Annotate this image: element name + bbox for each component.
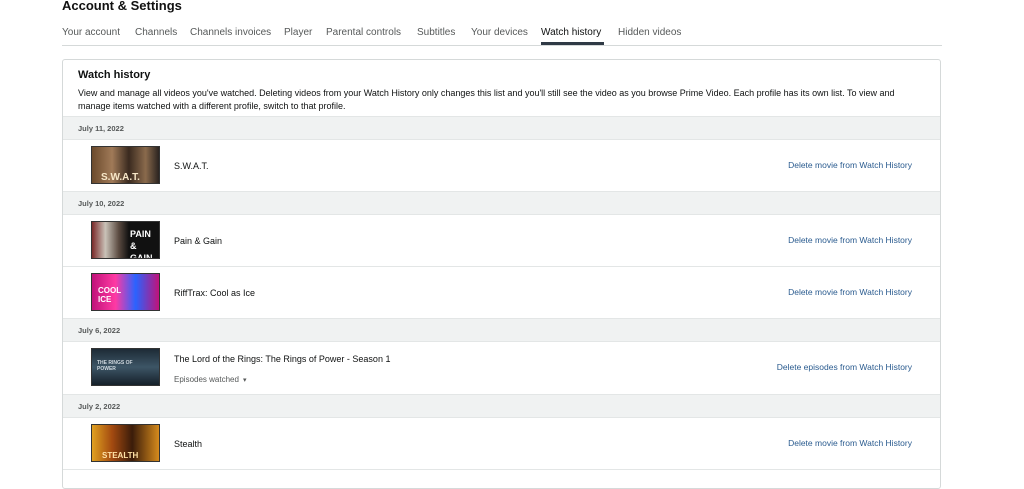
active-tab-indicator	[541, 42, 604, 45]
tab-hidden-videos[interactable]: Hidden videos	[618, 27, 681, 38]
episodes-watched-label: Episodes watched	[174, 375, 239, 384]
item-title: Pain & Gain	[174, 236, 223, 246]
watch-history-description: View and manage all videos you've watche…	[78, 88, 895, 111]
tab-your-devices[interactable]: Your devices	[471, 27, 528, 38]
date-header: July 11, 2022	[63, 117, 940, 140]
thumbnail-title-art: STEALTH	[102, 451, 139, 460]
date-header: July 2, 2022	[63, 395, 940, 418]
date-header: July 10, 2022	[63, 192, 940, 215]
history-item-rings-of-power: THE RINGS OF POWER The Lord of the Rings…	[63, 342, 940, 395]
thumbnail-title-art: COOL ICE	[98, 286, 121, 304]
rings-of-power-thumbnail[interactable]: THE RINGS OF POWER	[91, 348, 160, 386]
item-title: S.W.A.T.	[174, 161, 209, 171]
tab-parental-controls[interactable]: Parental controls	[326, 27, 401, 38]
watch-history-card: Watch history View and manage all videos…	[62, 59, 941, 489]
stealth-thumbnail[interactable]: STEALTH	[91, 424, 160, 462]
settings-tab-bar: Your account Channels Channels invoices …	[62, 24, 942, 46]
tab-channels[interactable]: Channels	[135, 27, 177, 38]
history-item-rifftrax-cool-as-ice: COOL ICE RiffTrax: Cool as Ice Delete mo…	[63, 267, 940, 319]
delete-episodes-link[interactable]: Delete episodes from Watch History	[777, 362, 912, 372]
tab-subtitles[interactable]: Subtitles	[417, 27, 455, 38]
tab-player[interactable]: Player	[284, 27, 312, 38]
thumbnail-title-art: THE RINGS OF POWER	[97, 360, 133, 372]
pain-and-gain-thumbnail[interactable]: PAIN & GAIN	[91, 221, 160, 259]
delete-from-history-link[interactable]: Delete movie from Watch History	[788, 160, 912, 170]
history-item-pain-and-gain: PAIN & GAIN Pain & Gain Delete movie fro…	[63, 215, 940, 267]
page-title: Account & Settings	[62, 0, 182, 13]
tab-your-account[interactable]: Your account	[62, 27, 120, 38]
watch-history-title: Watch history	[78, 69, 151, 81]
tab-channels-invoices[interactable]: Channels invoices	[190, 27, 271, 38]
tab-watch-history[interactable]: Watch history	[541, 27, 601, 38]
episodes-watched-dropdown[interactable]: Episodes watched ▾	[174, 375, 246, 384]
item-title: Stealth	[174, 439, 203, 449]
date-header: July 6, 2022	[63, 319, 940, 342]
delete-from-history-link[interactable]: Delete movie from Watch History	[788, 438, 912, 448]
thumbnail-title-art: S.W.A.T.	[101, 172, 140, 183]
history-item-swat: S.W.A.T. S.W.A.T. Delete movie from Watc…	[63, 140, 940, 192]
caret-down-icon: ▾	[242, 377, 247, 384]
thumbnail-title-art: PAIN & GAIN	[130, 229, 153, 259]
item-title: The Lord of the Rings: The Rings of Powe…	[174, 354, 391, 364]
delete-from-history-link[interactable]: Delete movie from Watch History	[788, 235, 912, 245]
swat-thumbnail[interactable]: S.W.A.T.	[91, 146, 160, 184]
watch-history-header: Watch history View and manage all videos…	[63, 60, 940, 117]
delete-from-history-link[interactable]: Delete movie from Watch History	[788, 287, 912, 297]
item-title: RiffTrax: Cool as Ice	[174, 288, 256, 298]
history-item-stealth: STEALTH Stealth Delete movie from Watch …	[63, 418, 940, 470]
rifftrax-thumbnail[interactable]: COOL ICE	[91, 273, 160, 311]
